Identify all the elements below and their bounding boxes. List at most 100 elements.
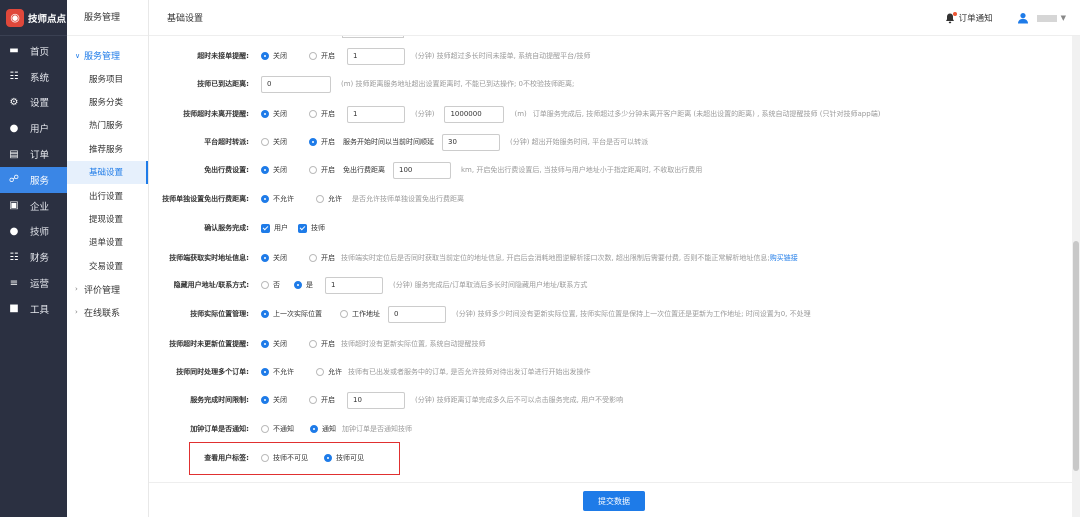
buy-link[interactable]: 购买链接	[770, 253, 798, 263]
radio-work-address[interactable]: 工作地址	[340, 309, 380, 319]
nav-item-label: 服务	[30, 175, 50, 187]
minutes-input[interactable]	[442, 133, 500, 151]
radio-dot	[309, 396, 317, 404]
finance-icon: ☷	[9, 251, 19, 263]
radio-dot	[261, 110, 269, 118]
nav-item-0[interactable]: ▬ 首页	[0, 38, 67, 64]
submenu-item[interactable]: 热门服务	[67, 114, 148, 137]
username-masked[interactable]	[1036, 14, 1057, 22]
settings-content: 超时未接单提醒: 关闭 开启 (分钟) 技师超过多长时间未接单, 系统自动提醒平…	[149, 36, 1080, 517]
row-label: 技师端获取实时地址信息:	[169, 254, 249, 262]
minutes-input[interactable]	[347, 105, 405, 123]
avatar[interactable]	[1017, 12, 1029, 24]
minutes-input[interactable]	[388, 305, 446, 323]
submenu-item[interactable]: 出行设置	[67, 184, 148, 207]
radio-off[interactable]: 关闭	[261, 51, 287, 61]
row-realtime-address: 技师端获取实时地址信息: 关闭 开启 技师端实时定位后是否同时获取当前定位的地址…	[149, 248, 1049, 268]
radio-allow[interactable]: 允许	[316, 367, 342, 377]
radio-off[interactable]: 关闭	[261, 137, 287, 147]
radio-on[interactable]: 开启	[309, 137, 335, 147]
inline-label: 服务开始时间以当前时间顺延	[343, 138, 434, 146]
radio-dot	[309, 340, 317, 348]
row-hint: 技师端实时定位后是否同时获取当前定位的地址信息, 开启后会消耗地图逆解析接口次数…	[341, 254, 770, 262]
radio-on[interactable]: 开启	[309, 109, 335, 119]
radio-dot	[309, 138, 317, 146]
row-leave-timeout: 技师超时未离开提醒: 关闭 开启 (分钟) (m) 订单服务完成后, 技师超过多…	[149, 104, 1049, 124]
checkbox-user[interactable]: 用户	[261, 223, 288, 233]
caret-down-icon[interactable]: ▼	[1061, 14, 1066, 22]
radio-disallow[interactable]: 不允许	[261, 194, 294, 204]
submenu-item[interactable]: 退单设置	[67, 231, 148, 254]
radio-off[interactable]: 关闭	[261, 165, 287, 175]
radio-on[interactable]: 开启	[309, 51, 335, 61]
nav-item-4[interactable]: ▤ 订单	[0, 141, 67, 167]
radio-on[interactable]: 开启	[309, 165, 335, 175]
radio-label: 不允许	[273, 368, 294, 376]
bell-icon[interactable]	[945, 11, 957, 24]
brand-logo[interactable]: ◉ 技师点点	[0, 0, 67, 36]
radio-off[interactable]: 关闭	[261, 109, 287, 119]
nav-item-7[interactable]: ● 技师	[0, 219, 67, 245]
radio-notify[interactable]: 通知	[310, 424, 336, 434]
submenu-group-contact[interactable]: › 在线联系	[67, 301, 148, 324]
radio-label: 允许	[328, 195, 342, 203]
radio-off[interactable]: 关闭	[261, 253, 287, 263]
minutes-input[interactable]	[347, 391, 405, 409]
row-actual-location: 技师实际位置管理: 上一次实际位置 工作地址 (分钟) 技师多少时间没有更新实际…	[149, 304, 1049, 324]
radio-label: 开启	[321, 340, 335, 348]
radio-on[interactable]: 开启	[309, 395, 335, 405]
submenu-item[interactable]: 推荐服务	[67, 137, 148, 160]
meters-input[interactable]	[444, 105, 505, 123]
submenu-item[interactable]: 基础设置	[67, 160, 148, 184]
scrollbar-thumb[interactable]	[1073, 241, 1079, 471]
km-input[interactable]	[393, 161, 451, 179]
radio-allow[interactable]: 允许	[316, 194, 342, 204]
minutes-input[interactable]	[347, 47, 405, 65]
topbar-right: 订单通知 ▼	[945, 0, 1066, 36]
submenu-item[interactable]: 交易设置	[67, 254, 148, 277]
radio-label: 开启	[321, 138, 335, 146]
submit-button[interactable]: 提交数据	[583, 491, 645, 511]
radio-off[interactable]: 关闭	[261, 395, 287, 405]
row-hint: 订单服务完成后, 技师超过多少分钟未离开客户距离 (未超出设置的距离) , 系统…	[532, 110, 881, 118]
nav-item-9[interactable]: ≡ 运营	[0, 270, 67, 296]
submenu-item[interactable]: 服务项目	[67, 67, 148, 90]
radio-label: 开启	[321, 254, 335, 262]
minutes-input[interactable]	[325, 276, 383, 294]
nav-item-label: 首页	[30, 46, 50, 58]
row-hint: (分钟) 技师距离订单完成多久后不可以点击服务完成, 用户不受影响	[415, 396, 624, 404]
checkbox-tech[interactable]: 技师	[298, 223, 325, 233]
radio-label: 关闭	[273, 110, 287, 118]
radio-no-notify[interactable]: 不通知	[261, 424, 294, 434]
nav-item-8[interactable]: ☷ 财务	[0, 244, 67, 270]
nav-item-5[interactable]: ☍ 服务	[0, 166, 67, 193]
radio-disallow[interactable]: 不允许	[261, 367, 294, 377]
order-notice-link[interactable]: 订单通知	[959, 12, 993, 24]
radio-no[interactable]: 否	[261, 280, 280, 290]
radio-off[interactable]: 关闭	[261, 339, 287, 349]
radio-dot	[309, 254, 317, 262]
radio-on[interactable]: 开启	[309, 339, 335, 349]
nav-item-label: 财务	[30, 253, 50, 265]
submenu-group-service[interactable]: ∨ 服务管理	[67, 44, 148, 67]
app-window: ◉ 技师点点 ▬ 首页 ☷ 系统 ⚙ 设置 ● 用户 ▤ 订单 ☍ 服务 ▣ 企业 ● 技师 ☷ 财务 ≡ 运营 ■ 工具…	[0, 0, 1080, 517]
scrollbar[interactable]	[1072, 36, 1080, 517]
radio-dot	[309, 166, 317, 174]
row-label: 技师已到达距离:	[197, 80, 249, 88]
radio-dot	[261, 138, 269, 146]
submenu-item[interactable]: 服务分类	[67, 90, 148, 113]
radio-yes[interactable]: 是	[294, 280, 313, 290]
radio-last-location[interactable]: 上一次实际位置	[261, 309, 322, 319]
distance-input[interactable]	[261, 75, 331, 93]
nav-item-10[interactable]: ■ 工具	[0, 296, 67, 322]
nav-item-6[interactable]: ▣ 企业	[0, 193, 67, 219]
radio-on[interactable]: 开启	[309, 253, 335, 263]
inline-label: 免出行费距离	[343, 166, 385, 174]
nav-item-3[interactable]: ● 用户	[0, 115, 67, 141]
submenu-group-reviews[interactable]: › 评价管理	[67, 278, 148, 301]
submenu-item[interactable]: 提现设置	[67, 207, 148, 230]
nav-item-1[interactable]: ☷ 系统	[0, 64, 67, 90]
row-hint: (m) 技师距离服务地址超出设置距离时, 不能已到达操作; 0不校验技师距离;	[341, 80, 575, 88]
chevron-down-icon: ∨	[75, 51, 81, 60]
nav-item-2[interactable]: ⚙ 设置	[0, 90, 67, 116]
